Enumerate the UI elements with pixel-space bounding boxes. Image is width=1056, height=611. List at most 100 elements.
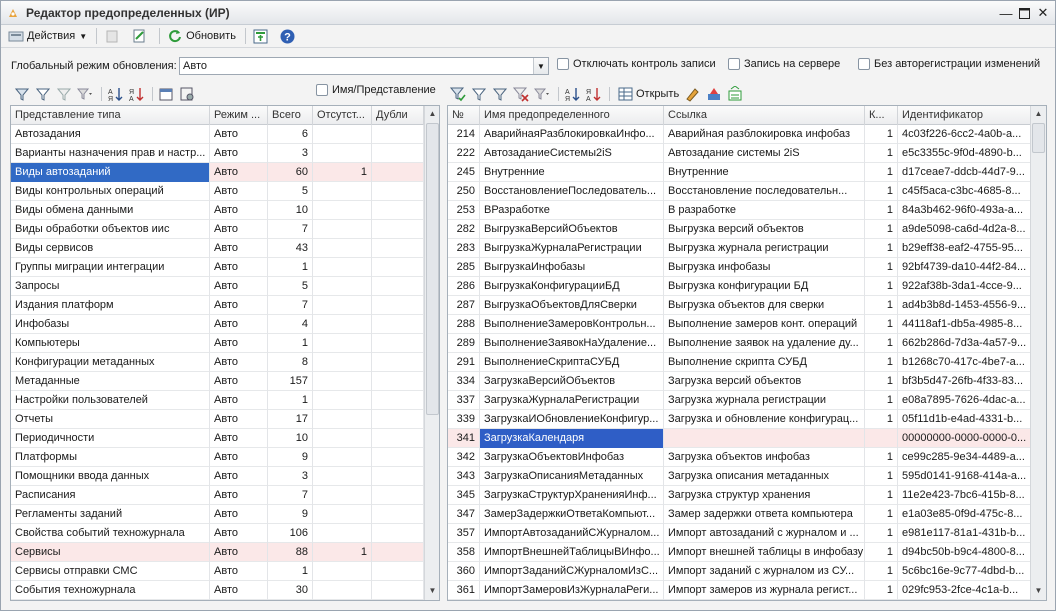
cell-duplicates[interactable]	[372, 296, 424, 315]
table-row[interactable]: 250 ВосстановлениеПоследователь... Восстан…	[448, 182, 1046, 201]
cell-ref[interactable]: Загрузка и обновление конфигурац...	[664, 410, 865, 429]
cell-total[interactable]: 8	[268, 353, 313, 372]
cell-count[interactable]: 1	[865, 315, 898, 334]
table-row[interactable]: 283 ВыгрузкаЖурналаРегистрации Выгрузка жу…	[448, 239, 1046, 258]
cell-missing[interactable]	[313, 182, 372, 201]
cell-total[interactable]: 10	[268, 201, 313, 220]
cell-missing[interactable]	[313, 410, 372, 429]
cell-type[interactable]: Расписания	[11, 486, 210, 505]
cell-type[interactable]: Компьютеры	[11, 334, 210, 353]
cell-ref[interactable]: Внутренние	[664, 163, 865, 182]
cell-name[interactable]: ИмпортВнешнейТаблицыВИнфо...	[480, 543, 664, 562]
filter-remove-icon[interactable]	[512, 85, 530, 103]
cell-total[interactable]: 30	[268, 581, 313, 600]
cell-ref[interactable]: Выполнение заявок на удаление ду...	[664, 334, 865, 353]
settings-icon[interactable]	[178, 85, 196, 103]
toolbar-button-form[interactable]	[250, 27, 275, 46]
cell-ref[interactable]: Импорт заданий с журналом из СУ...	[664, 562, 865, 581]
table-row[interactable]: 214 АварийнаяРазблокировкаИнфо... Аварийна…	[448, 125, 1046, 144]
cell-duplicates[interactable]	[372, 543, 424, 562]
refresh-button[interactable]: Обновить	[164, 27, 239, 46]
cell-duplicates[interactable]	[372, 410, 424, 429]
scroll-thumb[interactable]	[426, 123, 439, 415]
cell-ref[interactable]: Восстановление последовательн...	[664, 182, 865, 201]
cell-count[interactable]: 1	[865, 410, 898, 429]
cell-count[interactable]: 1	[865, 581, 898, 600]
cell-name[interactable]: ЗагрузкаСтруктурХраненияИнф...	[480, 486, 664, 505]
cell-total[interactable]: 6	[268, 125, 313, 144]
cell-id[interactable]: 84a3b462-96f0-493a-a...	[898, 201, 1031, 220]
cell-type[interactable]: Свойства событий техножурнала	[11, 524, 210, 543]
cell-number[interactable]: 253	[448, 201, 480, 220]
table-row[interactable]: 222 АвтозаданиеСистемы2iS Автозадание сист…	[448, 144, 1046, 163]
cell-name[interactable]: ЗагрузкаОбъектовИнфобаз	[480, 448, 664, 467]
filter-disable-icon[interactable]	[55, 85, 73, 103]
cell-name[interactable]: Внутренние	[480, 163, 664, 182]
cell-count[interactable]: 1	[865, 258, 898, 277]
cell-duplicates[interactable]	[372, 334, 424, 353]
table-row[interactable]: 288 ВыполнениеЗамеровКонтрольн... Выполнен…	[448, 315, 1046, 334]
table-row[interactable]: 291 ВыполнениеСкриптаСУБД Выполнение скрип…	[448, 353, 1046, 372]
table-row[interactable]: Расписания Авто 7	[11, 486, 439, 505]
cell-mode[interactable]: Авто	[210, 391, 268, 410]
table-row[interactable]: 357 ИмпортАвтозаданийСЖурналом... Импорт а…	[448, 524, 1046, 543]
cell-type[interactable]: Регламенты заданий	[11, 505, 210, 524]
cell-count[interactable]: 1	[865, 448, 898, 467]
table-row[interactable]: Сервисы Авто 88 1	[11, 543, 439, 562]
cell-count[interactable]: 1	[865, 125, 898, 144]
output-list-icon[interactable]	[157, 85, 175, 103]
cell-name[interactable]: ЗагрузкаОписанияМетаданных	[480, 467, 664, 486]
cell-ref[interactable]	[664, 429, 865, 448]
cell-name[interactable]: ВыполнениеСкриптаСУБД	[480, 353, 664, 372]
cell-number[interactable]: 282	[448, 220, 480, 239]
cell-count[interactable]: 1	[865, 163, 898, 182]
table-row[interactable]: Автозадания Авто 6	[11, 125, 439, 144]
cell-type[interactable]: Автозадания	[11, 125, 210, 144]
table-row[interactable]: Виды сервисов Авто 43	[11, 239, 439, 258]
cell-id[interactable]: 4c03f226-6cc2-4a0b-a...	[898, 125, 1031, 144]
cell-ref[interactable]: Импорт автозаданий с журналом и ...	[664, 524, 865, 543]
maximize-icon[interactable]	[1015, 4, 1033, 22]
cell-total[interactable]: 7	[268, 486, 313, 505]
cell-id[interactable]: bf3b5d47-26fb-4f33-83...	[898, 372, 1031, 391]
cell-id[interactable]: 5c6bc16e-9c77-4dbd-b...	[898, 562, 1031, 581]
cell-total[interactable]: 7	[268, 296, 313, 315]
cell-id[interactable]: 92bf4739-da10-44f2-84...	[898, 258, 1031, 277]
cell-missing[interactable]	[313, 220, 372, 239]
cell-duplicates[interactable]	[372, 467, 424, 486]
cell-ref[interactable]: Выгрузка объектов для сверки	[664, 296, 865, 315]
cell-missing[interactable]	[313, 353, 372, 372]
cell-missing[interactable]	[313, 201, 372, 220]
cell-mode[interactable]: Авто	[210, 125, 268, 144]
cell-count[interactable]: 1	[865, 296, 898, 315]
cell-id[interactable]: 11e2e423-7bc6-415b-8...	[898, 486, 1031, 505]
cell-mode[interactable]: Авто	[210, 448, 268, 467]
cell-number[interactable]: 334	[448, 372, 480, 391]
cell-count[interactable]: 1	[865, 505, 898, 524]
cell-id[interactable]: d17ceae7-ddcb-44d7-9...	[898, 163, 1031, 182]
filter-set-icon[interactable]	[13, 85, 31, 103]
cell-ref[interactable]: Аварийная разблокировка инфобаз	[664, 125, 865, 144]
table-row[interactable]: 334 ЗагрузкаВерсийОбъектов Загрузка версий…	[448, 372, 1046, 391]
cell-type[interactable]: Настройки пользователей	[11, 391, 210, 410]
sort-descending-icon[interactable]: ЯА	[584, 85, 602, 103]
cell-duplicates[interactable]	[372, 163, 424, 182]
column-header-count[interactable]: К...	[865, 106, 898, 125]
close-icon[interactable]: ✕	[1034, 4, 1052, 22]
cell-count[interactable]: 1	[865, 467, 898, 486]
cell-type[interactable]: Виды контрольных операций	[11, 182, 210, 201]
cell-number[interactable]: 358	[448, 543, 480, 562]
cell-duplicates[interactable]	[372, 524, 424, 543]
cell-ref[interactable]: Загрузка журнала регистрации	[664, 391, 865, 410]
cell-number[interactable]: 291	[448, 353, 480, 372]
cell-ref[interactable]: Замер задержки ответа компьютера	[664, 505, 865, 524]
cell-duplicates[interactable]	[372, 353, 424, 372]
cell-id[interactable]: 922af38b-3da1-4cce-9...	[898, 277, 1031, 296]
cell-duplicates[interactable]	[372, 258, 424, 277]
cell-count[interactable]	[865, 429, 898, 448]
cell-type[interactable]: Запросы	[11, 277, 210, 296]
cell-id[interactable]: 029fc953-2fce-4c1a-b...	[898, 581, 1031, 600]
cell-total[interactable]: 60	[268, 163, 313, 182]
table-row[interactable]: Сервисы отправки СМС Авто 1	[11, 562, 439, 581]
cell-mode[interactable]: Авто	[210, 372, 268, 391]
